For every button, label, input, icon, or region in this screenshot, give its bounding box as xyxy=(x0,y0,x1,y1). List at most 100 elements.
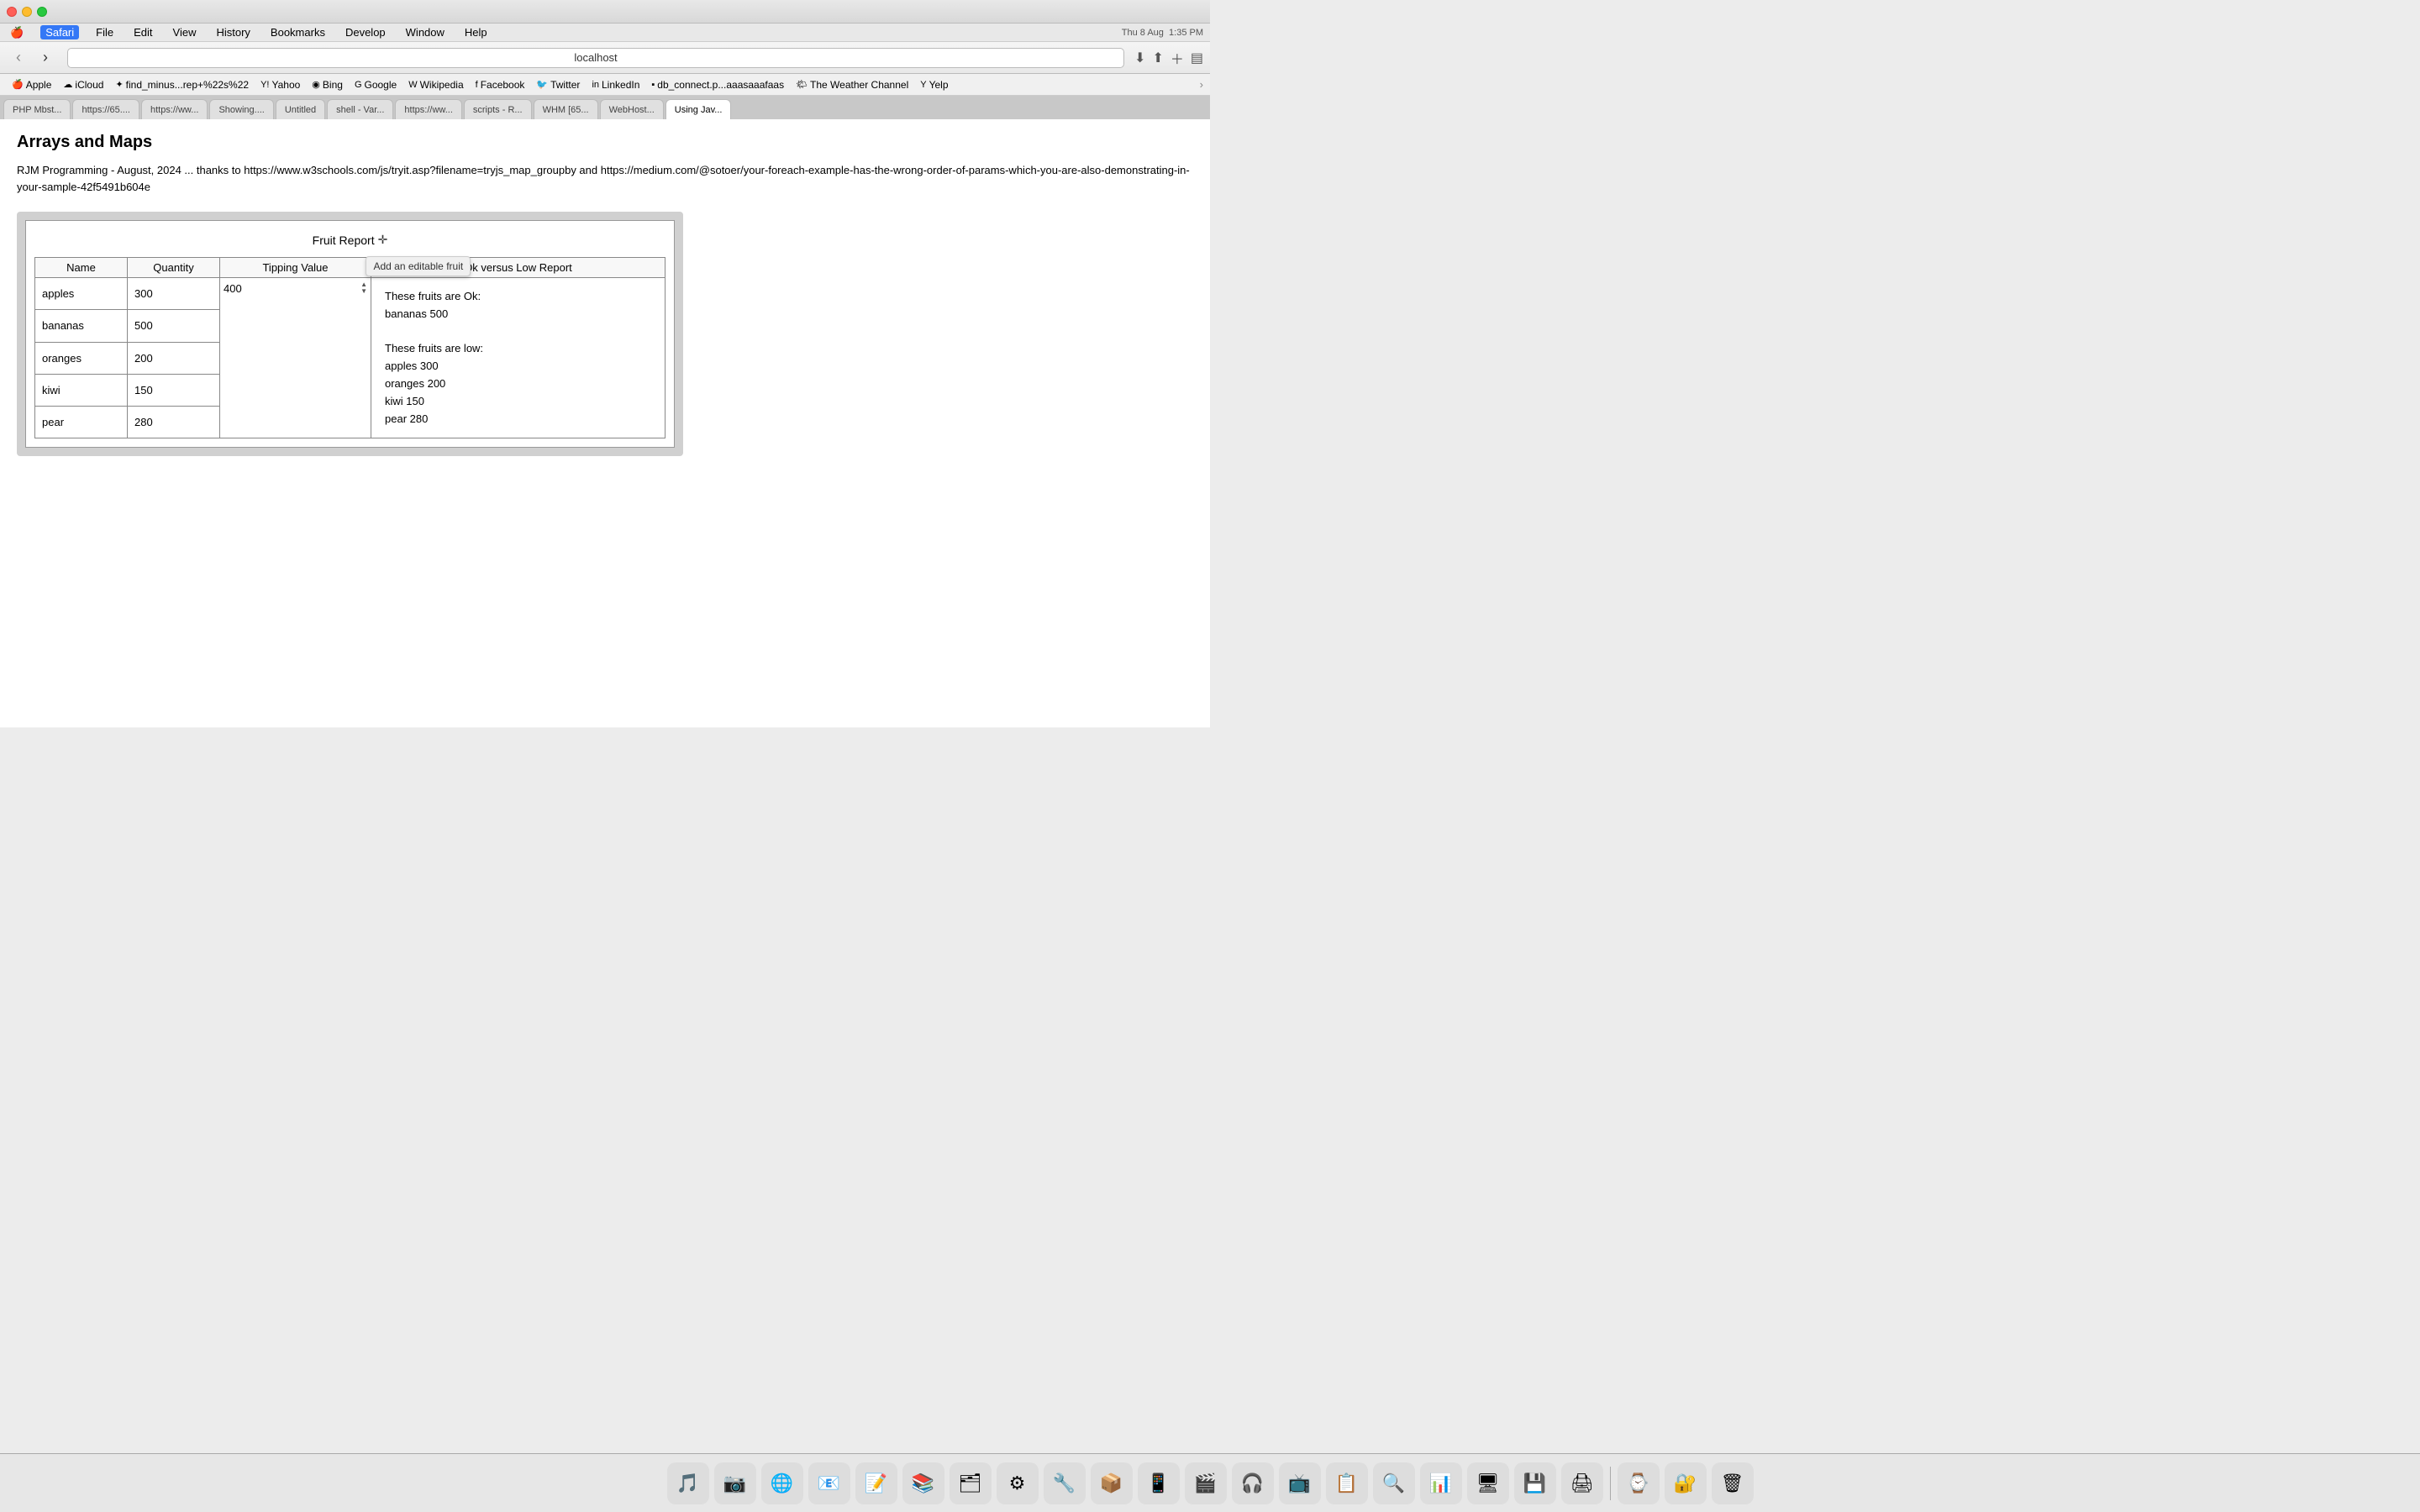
tab-httpsww1[interactable]: https://ww... xyxy=(141,99,208,119)
dock-clipboard[interactable]: 📋 xyxy=(1326,1462,1368,1504)
bookmark-yahoo[interactable]: Y! Yahoo xyxy=(255,77,305,92)
fullscreen-button[interactable] xyxy=(37,7,47,17)
ok-item-bananas: bananas 500 xyxy=(385,306,651,323)
bookmark-db[interactable]: ▪ db_connect.p...aaasaaafaas xyxy=(646,77,789,92)
dock-security[interactable]: 🔐 xyxy=(1665,1462,1707,1504)
dock-notes[interactable]: 📝 xyxy=(855,1462,897,1504)
menu-file[interactable]: File xyxy=(92,26,117,39)
dock-safari[interactable]: 🌐 xyxy=(761,1462,803,1504)
fruit-report-inner: Fruit Report ✛ Add an editable fruit Nam… xyxy=(25,220,675,448)
bookmark-wikipedia[interactable]: W Wikipedia xyxy=(403,77,468,92)
system-time: Thu 8 Aug 1:35 PM xyxy=(1122,28,1203,38)
menu-view[interactable]: View xyxy=(170,26,200,39)
dock-iphone[interactable]: 📱 xyxy=(1138,1462,1180,1504)
add-fruit-icon[interactable]: ✛ Add an editable fruit xyxy=(378,233,388,247)
dock-search[interactable]: 🔍 xyxy=(1373,1462,1415,1504)
fruit-table: Name Quantity Tipping Value Ok versus Lo… xyxy=(34,257,666,438)
bookmark-apple[interactable]: 🍎 Apple xyxy=(7,77,56,92)
sidebar-icon[interactable]: ▤ xyxy=(1191,50,1203,66)
col-header-tipping: Tipping Value xyxy=(220,258,371,278)
menu-help[interactable]: Help xyxy=(461,26,491,39)
bookmark-label: The Weather Channel xyxy=(810,79,908,91)
tab-php[interactable]: PHP Mbst... xyxy=(3,99,71,119)
bookmark-label: Wikipedia xyxy=(420,79,464,91)
back-button[interactable]: ‹ xyxy=(7,46,30,70)
bookmark-label: Apple xyxy=(26,79,52,91)
bing-icon: ◉ xyxy=(312,79,320,90)
tab-shell[interactable]: shell - Var... xyxy=(327,99,393,119)
menu-history[interactable]: History xyxy=(213,26,253,39)
bookmark-bing[interactable]: ◉ Bing xyxy=(307,77,348,92)
dock-packages[interactable]: 📦 xyxy=(1091,1462,1133,1504)
menu-safari[interactable]: Safari xyxy=(40,25,79,39)
menu-bookmarks[interactable]: Bookmarks xyxy=(267,26,329,39)
titlebar xyxy=(0,0,1210,24)
menu-develop[interactable]: Develop xyxy=(342,26,389,39)
dock-settings[interactable]: ⚙ xyxy=(997,1462,1039,1504)
bookmark-weather[interactable]: 🌤 The Weather Channel xyxy=(791,77,913,92)
bookmark-icloud[interactable]: ☁ iCloud xyxy=(58,77,108,92)
menu-window[interactable]: Window xyxy=(402,26,448,39)
dock-video[interactable]: 🎬 xyxy=(1185,1462,1227,1504)
bookmark-yelp[interactable]: Y Yelp xyxy=(915,77,953,92)
menu-apple[interactable]: 🍎 xyxy=(7,26,27,39)
bookmark-twitter[interactable]: 🐦 Twitter xyxy=(531,77,585,92)
low-item-kiwi: kiwi 150 xyxy=(385,393,651,411)
fruit-report-label: Fruit Report xyxy=(313,234,375,247)
bookmark-label: Google xyxy=(365,79,397,91)
dock-trash[interactable]: 🗑 xyxy=(1712,1462,1754,1504)
fruit-name-kiwi: kiwi xyxy=(35,374,128,406)
dock-watch[interactable]: ⌚ xyxy=(1618,1462,1660,1504)
address-bar[interactable]: localhost xyxy=(67,48,1124,68)
dock-drive[interactable]: 💾 xyxy=(1514,1462,1556,1504)
bookmark-label: Bing xyxy=(323,79,343,91)
dock-chart[interactable]: 📊 xyxy=(1420,1462,1462,1504)
tab-whm[interactable]: WHM [65... xyxy=(534,99,598,119)
dock-contacts[interactable]: 📚 xyxy=(902,1462,944,1504)
menu-edit[interactable]: Edit xyxy=(130,26,155,39)
dock-tv[interactable]: 📺 xyxy=(1279,1462,1321,1504)
new-tab-icon[interactable]: ＋ xyxy=(1171,48,1184,68)
tipping-decrement[interactable]: ▼ xyxy=(360,288,367,295)
forward-button[interactable]: › xyxy=(34,46,57,70)
bookmark-google[interactable]: G Google xyxy=(350,77,402,92)
yahoo-icon: Y! xyxy=(260,80,269,90)
bookmark-find[interactable]: ✦ find_minus...rep+%22s%22 xyxy=(110,77,254,92)
dock-music2[interactable]: 🎧 xyxy=(1232,1462,1274,1504)
bookmarks-bar: 🍎 Apple ☁ iCloud ✦ find_minus...rep+%22s… xyxy=(0,74,1210,96)
facebook-icon: f xyxy=(476,80,478,90)
tab-usingjav[interactable]: Using Jav... xyxy=(666,99,732,119)
toolbar-icons: ⬇ ⬆ ＋ ▤ xyxy=(1134,48,1203,68)
tab-untitled[interactable]: Untitled xyxy=(276,99,325,119)
add-fruit-tooltip: Add an editable fruit xyxy=(366,256,471,276)
tab-scripts[interactable]: scripts - R... xyxy=(464,99,532,119)
browser-toolbar: ‹ › localhost ⬇ ⬆ ＋ ▤ xyxy=(0,42,1210,74)
bookmark-linkedin[interactable]: in LinkedIn xyxy=(587,77,644,92)
dock-mail[interactable]: 📧 xyxy=(808,1462,850,1504)
tab-webhost[interactable]: WebHost... xyxy=(600,99,664,119)
wikipedia-icon: W xyxy=(408,80,417,90)
share-icon[interactable]: ⬆ xyxy=(1152,50,1163,66)
fruit-name-pear: pear xyxy=(35,407,128,438)
minimize-button[interactable] xyxy=(22,7,32,17)
dock-photos[interactable]: 📷 xyxy=(714,1462,756,1504)
download-icon[interactable]: ⬇ xyxy=(1134,50,1145,66)
dock-tools[interactable]: 🔧 xyxy=(1044,1462,1086,1504)
tab-showing[interactable]: Showing.... xyxy=(209,99,273,119)
yelp-icon: Y xyxy=(920,80,926,90)
tab-httpsww2[interactable]: https://ww... xyxy=(395,99,461,119)
traffic-lights xyxy=(7,7,47,17)
dock-print[interactable]: 🖨 xyxy=(1561,1462,1603,1504)
page-content: Arrays and Maps RJM Programming - August… xyxy=(0,119,1210,727)
apple-icon: 🍎 xyxy=(12,79,24,90)
more-bookmarks-icon[interactable]: › xyxy=(1200,78,1203,91)
dock-desktop[interactable]: 🖥 xyxy=(1467,1462,1509,1504)
dock-music[interactable]: 🎵 xyxy=(667,1462,709,1504)
dock-finder[interactable]: 🗂 xyxy=(950,1462,992,1504)
tipping-value-input[interactable] xyxy=(224,282,357,295)
bookmark-facebook[interactable]: f Facebook xyxy=(471,77,530,92)
tab-https65[interactable]: https://65.... xyxy=(72,99,139,119)
fruit-qty-pear: 280 xyxy=(128,407,220,438)
fruit-name-apples: apples xyxy=(35,278,128,310)
close-button[interactable] xyxy=(7,7,17,17)
